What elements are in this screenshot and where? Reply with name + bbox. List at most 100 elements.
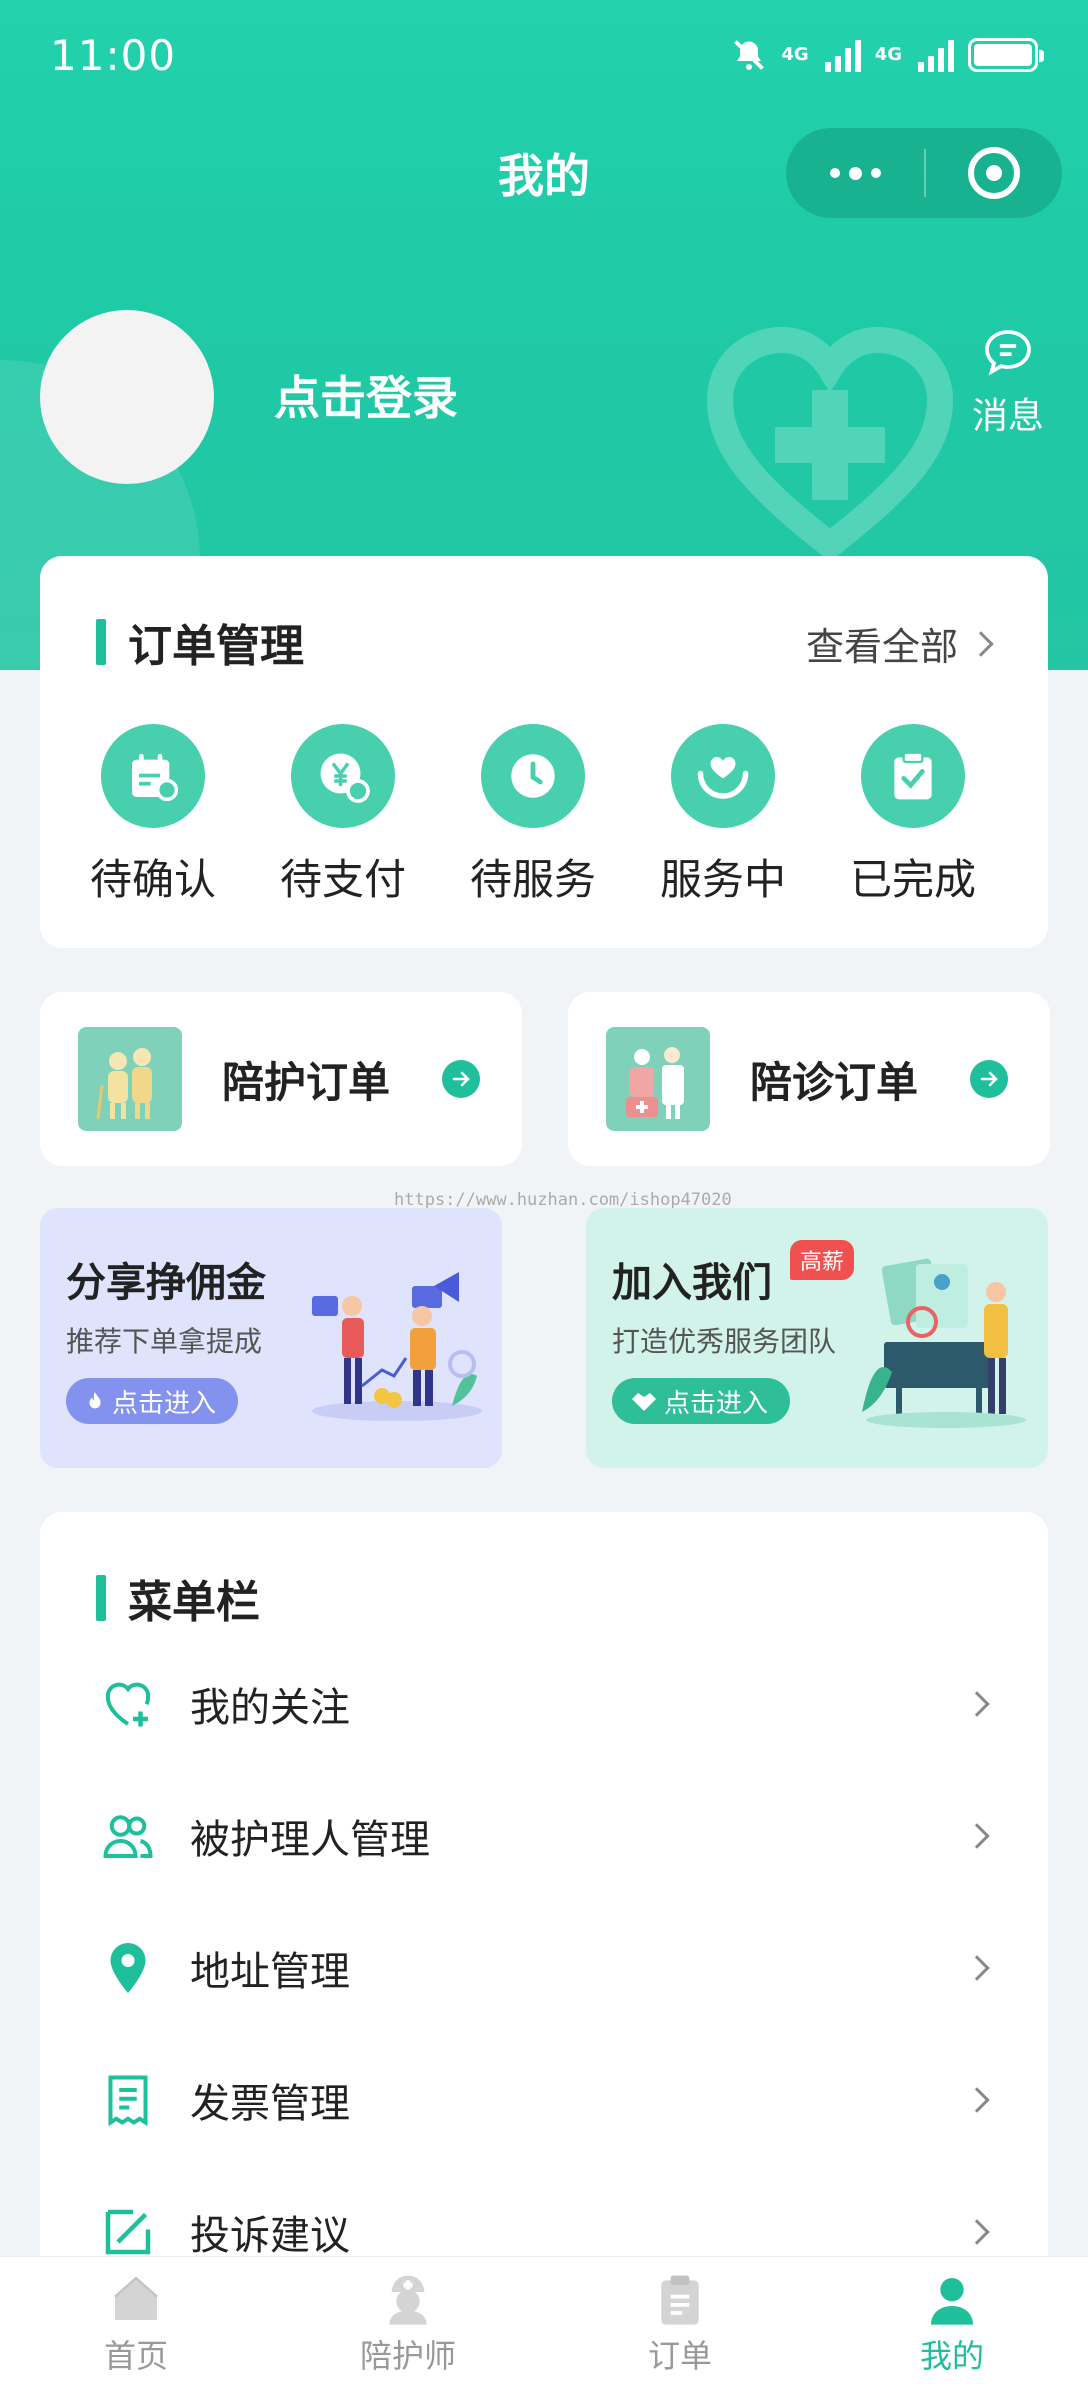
home-icon [114,2276,158,2320]
chevron-right-icon [964,2219,990,2245]
edit-icon [98,2202,158,2262]
promo-subtitle: 推荐下单拿提成 [66,1325,263,1358]
calendar-icon [101,724,205,828]
tab-label: 订单 [647,2337,712,2375]
order-status-pending-confirm[interactable]: 待确认 [58,724,248,907]
tab-home[interactable]: 首页 [0,2257,272,2400]
accompany-visit-order-label: 陪诊订单 [750,1057,919,1107]
elderly-couple-illustration [78,1027,182,1131]
tab-label: 陪护师 [359,2337,456,2375]
battery-icon [968,38,1044,72]
status-time: 11:00 [50,30,177,80]
users-icon [98,1806,158,1866]
order-status-label: 待服务 [469,855,596,904]
section-title: 订单管理 [96,610,304,674]
order-section-title: 订单管理 [128,621,304,672]
clipboard-icon [661,2275,699,2325]
status-icons: 4G 4G [731,37,1044,73]
join-us-card[interactable]: 加入我们 高薪 打造优秀服务团队 点击进入 [586,1208,1048,1468]
escort-order-label: 陪护订单 [222,1057,391,1107]
chevron-right-icon [964,1823,990,1849]
marketing-people-illustration [312,1272,482,1421]
heart-hand-icon [671,724,775,828]
close-mini-program-button[interactable] [926,128,1062,218]
chat-bubble-icon [985,330,1031,376]
title-accent-bar [96,619,106,665]
menu-item-label: 我的关注 [190,1685,350,1731]
nurse-icon [389,2275,427,2325]
medical-heart-icon [706,326,954,560]
yen-clock-icon [291,724,395,828]
signal-icon [824,38,861,72]
network-type-1: 4G [781,44,809,65]
promo-title: 加入我们 [612,1260,772,1306]
chevron-right-icon [968,630,994,657]
clipboard-check-icon [861,724,965,828]
order-status-row: 待确认 待支付 待服务 服务中 已完成 [40,724,1048,907]
tab-caregivers[interactable]: 陪护师 [272,2257,544,2400]
escort-order-card[interactable]: 陪护订单 [40,992,522,1166]
chevron-right-icon [964,1691,990,1717]
promo-title: 分享挣佣金 [66,1260,266,1306]
login-link[interactable]: 点击登录 [274,362,458,428]
tab-label: 我的 [919,2337,984,2375]
order-status-pending-service[interactable]: 待服务 [438,724,628,907]
share-commission-card[interactable]: 分享挣佣金 推荐下单拿提成 点击进入 [40,1208,502,1468]
recruitment-illustration [862,1258,1026,1428]
section-title: 菜单栏 [96,1566,260,1630]
status-bar: 11:00 4G 4G [0,0,1088,110]
doctor-patient-illustration [606,1027,710,1131]
chevron-right-icon [964,2087,990,2113]
mini-program-capsule [786,128,1062,218]
tab-label: 首页 [103,2337,168,2375]
order-status-in-service[interactable]: 服务中 [628,724,818,907]
location-pin-icon [98,1938,158,1998]
order-status-label: 已完成 [849,855,976,904]
order-status-label: 待确认 [89,855,216,904]
message-button[interactable]: 消息 [968,325,1048,439]
menu-item-label: 地址管理 [190,1949,350,1995]
title-accent-bar [96,1575,106,1621]
tab-orders[interactable]: 订单 [544,2257,816,2400]
order-status-pending-payment[interactable]: 待支付 [248,724,438,907]
promo-button-label: 点击进入 [112,1388,217,1419]
join-enter-button[interactable]: 点击进入 [612,1378,791,1424]
bottom-tab-bar: 首页 陪护师 订单 我的 [0,2256,1088,2400]
message-label: 消息 [971,396,1044,437]
menu-item-label: 发票管理 [190,2081,350,2127]
order-status-completed[interactable]: 已完成 [818,724,1008,907]
watermark-text: https://www.huzhan.com/ishop47020 [394,1190,732,1210]
order-status-label: 服务中 [659,855,786,904]
heart-plus-icon [98,1674,158,1734]
menu-item-label: 投诉建议 [190,2213,350,2259]
invoice-icon [98,2070,158,2130]
arrow-right-icon [442,1060,480,1098]
order-management-card: 订单管理 查看全部 待确认 待支付 待服务 服务中 已完成 [40,556,1048,948]
high-salary-badge: 高薪 [790,1240,855,1280]
view-all-label: 查看全部 [805,625,958,669]
target-icon [968,147,1020,199]
share-enter-button[interactable]: 点击进入 [66,1378,239,1424]
network-type-2: 4G [874,44,902,65]
view-all-orders-link[interactable]: 查看全部 [805,616,994,671]
handshake-icon [632,1393,656,1411]
menu-item-address[interactable]: 地址管理 [40,1902,1048,2034]
menu-section-title: 菜单栏 [128,1577,260,1628]
flame-icon [89,1391,101,1409]
clock-icon [481,724,585,828]
menu-item-label: 被护理人管理 [190,1817,430,1863]
signal-icon [918,38,954,72]
tab-mine[interactable]: 我的 [816,2257,1088,2400]
chevron-right-icon [964,1955,990,1981]
promo-button-label: 点击进入 [664,1388,769,1419]
menu-item-care-recipients[interactable]: 被护理人管理 [40,1770,1048,1902]
promo-subtitle: 打造优秀服务团队 [612,1325,837,1358]
user-icon [931,2278,973,2325]
menu-item-invoice[interactable]: 发票管理 [40,2034,1048,2166]
more-options-button[interactable] [786,128,924,218]
accompany-visit-order-card[interactable]: 陪诊订单 [568,992,1050,1166]
menu-item-my-follows[interactable]: 我的关注 [40,1638,1048,1770]
bell-muted-icon [734,40,765,70]
arrow-right-icon [970,1060,1008,1098]
avatar[interactable] [40,310,214,484]
